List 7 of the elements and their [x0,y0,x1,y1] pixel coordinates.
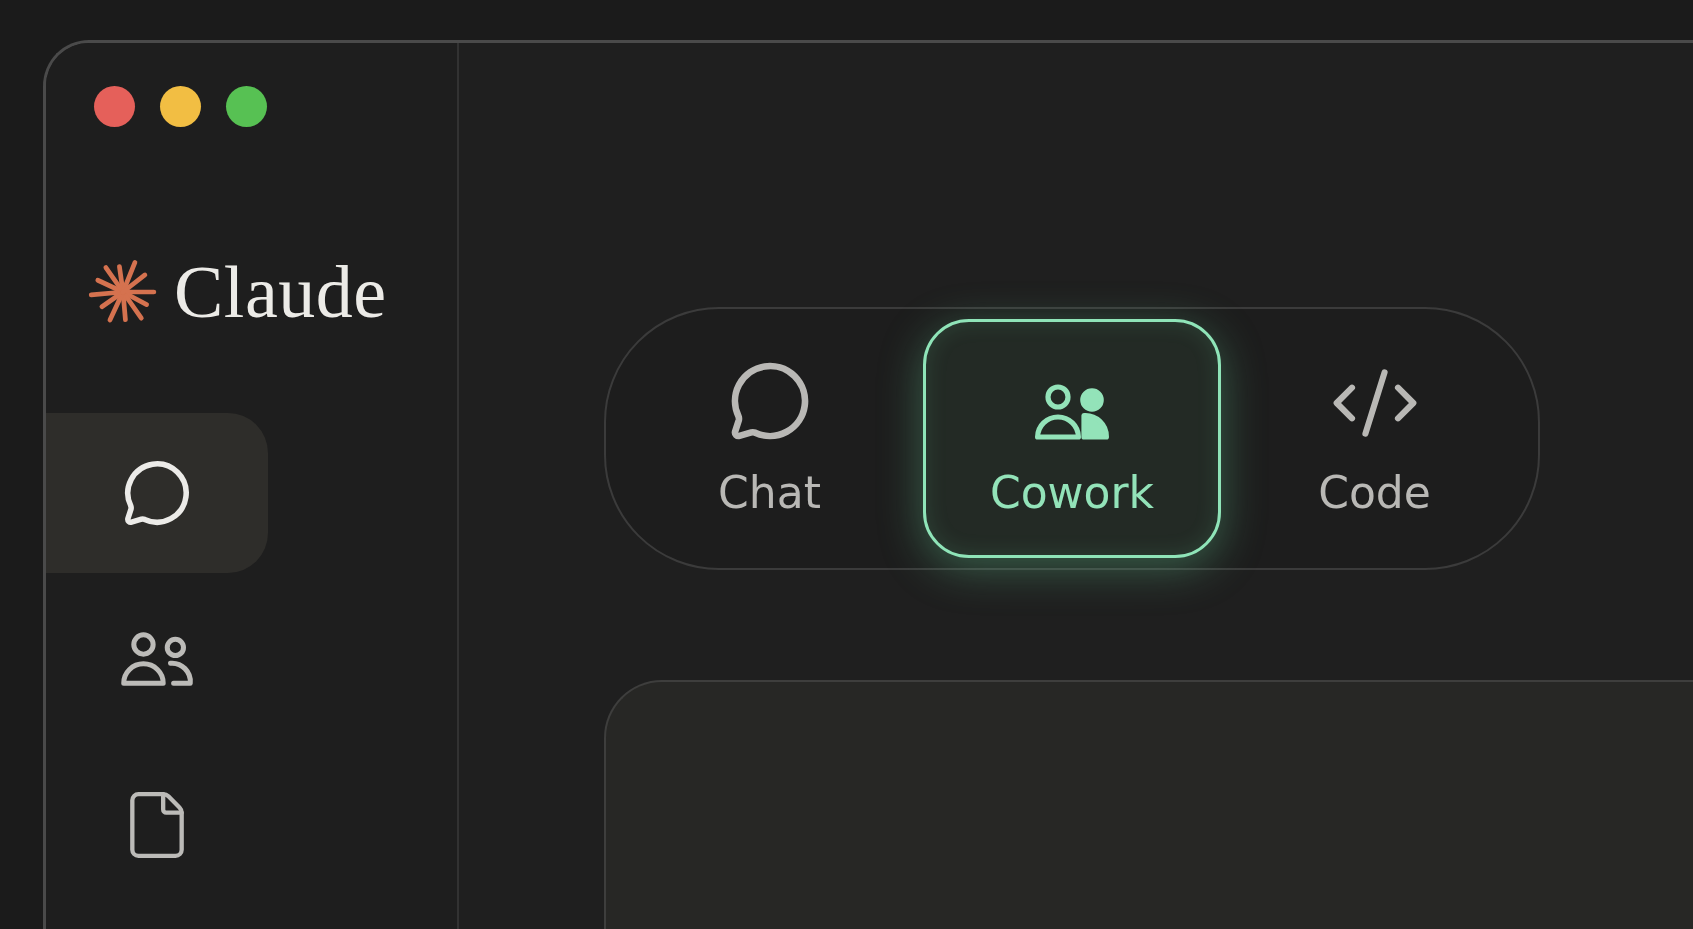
people-icon [118,630,196,688]
mode-tab[interactable]: Cowork [923,319,1221,558]
sidebar-item[interactable] [46,413,268,573]
mode-tab[interactable]: Chat [616,319,923,558]
chat-bubble-icon [122,458,192,528]
brand-name: Claude [174,255,387,329]
mode-tab[interactable]: Code [1221,319,1528,558]
